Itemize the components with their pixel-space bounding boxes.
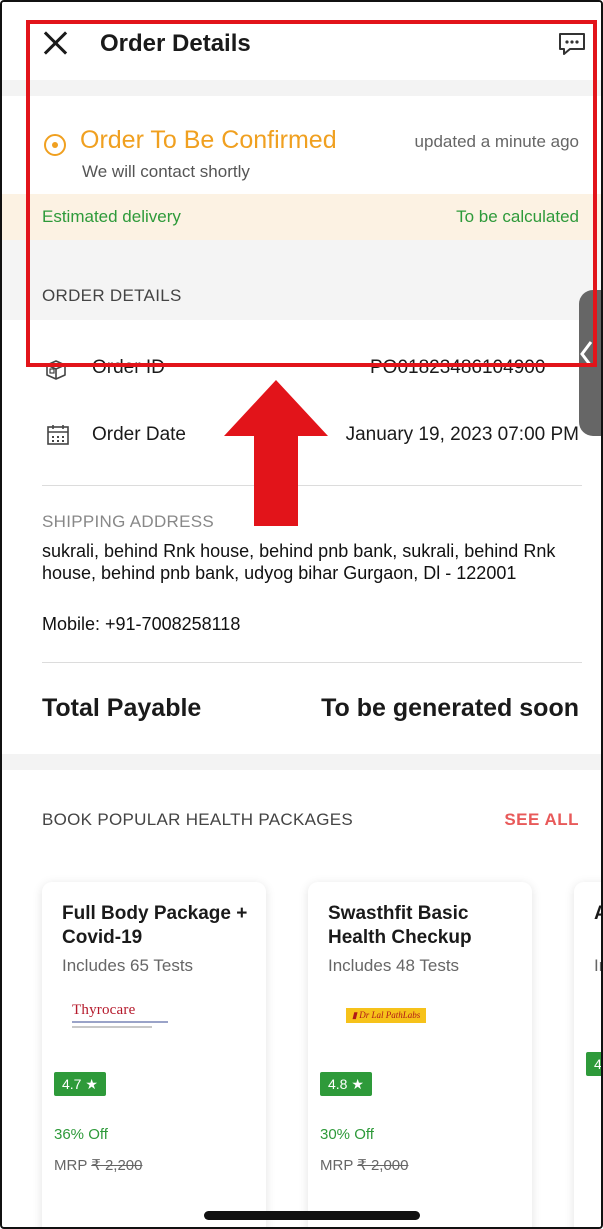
mobile-number: Mobile: +91-7008258118 xyxy=(42,614,241,634)
status-radio-icon xyxy=(44,134,66,156)
mrp-price: ₹ 2,000 xyxy=(357,1157,409,1174)
package-card[interactable]: Full Body Package + Covid-19 Includes 65… xyxy=(42,882,266,1227)
package-box-icon xyxy=(46,360,66,380)
app-screen: Order Details Order To Be Confirmed We w… xyxy=(0,0,603,1229)
order-id-value: PO01823486104900 xyxy=(370,357,546,378)
package-card[interactable]: A In 4 xyxy=(574,882,601,1227)
chat-icon[interactable] xyxy=(558,32,586,56)
packages-heading: BOOK POPULAR HEALTH PACKAGES xyxy=(42,810,354,829)
divider xyxy=(42,662,582,663)
estimated-delivery-label: Estimated delivery xyxy=(42,207,181,226)
mrp-price: ₹ 2,200 xyxy=(91,1157,143,1174)
rating-badge: 4.8 ★ xyxy=(320,1072,372,1096)
rating-badge: 4 xyxy=(586,1052,601,1076)
up-arrow-annotation xyxy=(224,380,328,526)
calendar-icon xyxy=(47,425,69,445)
header: Order Details xyxy=(2,2,601,80)
total-payable-label: Total Payable xyxy=(42,694,202,722)
order-date-value: January 19, 2023 07:00 PM xyxy=(345,424,579,445)
package-name: Swasthfit Basic Health Checkup xyxy=(328,903,472,948)
status-subtitle: We will contact shortly xyxy=(82,162,250,181)
mrp-text: MRP ₹ 2,200 xyxy=(54,1157,143,1174)
thyrocare-logo: Thyrocare xyxy=(72,1002,168,1028)
close-icon[interactable] xyxy=(40,28,70,58)
home-indicator xyxy=(204,1211,420,1220)
page-title: Order Details xyxy=(100,30,251,57)
package-tests: Includes 65 Tests xyxy=(62,956,194,975)
side-drawer-handle[interactable] xyxy=(579,290,601,436)
package-name: Full Body Package + Covid-19 xyxy=(62,903,248,948)
status-title: Order To Be Confirmed xyxy=(80,126,337,154)
order-id-label: Order ID xyxy=(92,357,165,378)
package-tests: In xyxy=(594,956,601,975)
dr-lal-pathlabs-logo: ▮ Dr Lal PathLabs xyxy=(346,1008,427,1023)
order-id-clip: PO01823486104900 xyxy=(370,357,581,379)
section-divider xyxy=(2,754,601,770)
order-date-label: Order Date xyxy=(92,424,186,445)
status-updated-time: updated a minute ago xyxy=(414,132,579,151)
shipping-address: sukrali, behind Rnk house, behind pnb ba… xyxy=(42,541,556,583)
see-all-link[interactable]: SEE ALL xyxy=(504,810,579,830)
estimated-delivery-value: To be calculated xyxy=(456,207,579,226)
section-divider xyxy=(2,80,601,96)
order-details-heading: ORDER DETAILS xyxy=(42,286,182,305)
total-payable-value: To be generated soon xyxy=(321,694,579,722)
package-tests: Includes 48 Tests xyxy=(328,956,460,975)
discount-text: 30% Off xyxy=(320,1126,374,1143)
package-name: A xyxy=(594,902,601,926)
shipping-address-label: SHIPPING ADDRESS xyxy=(42,512,215,531)
discount-text: 36% Off xyxy=(54,1126,108,1143)
order-details-header-band xyxy=(2,240,601,320)
mrp-text: MRP ₹ 2,000 xyxy=(320,1157,409,1174)
chevron-left-icon xyxy=(580,341,593,367)
package-card[interactable]: Swasthfit Basic Health Checkup Includes … xyxy=(308,882,532,1227)
rating-badge: 4.7 ★ xyxy=(54,1072,106,1096)
